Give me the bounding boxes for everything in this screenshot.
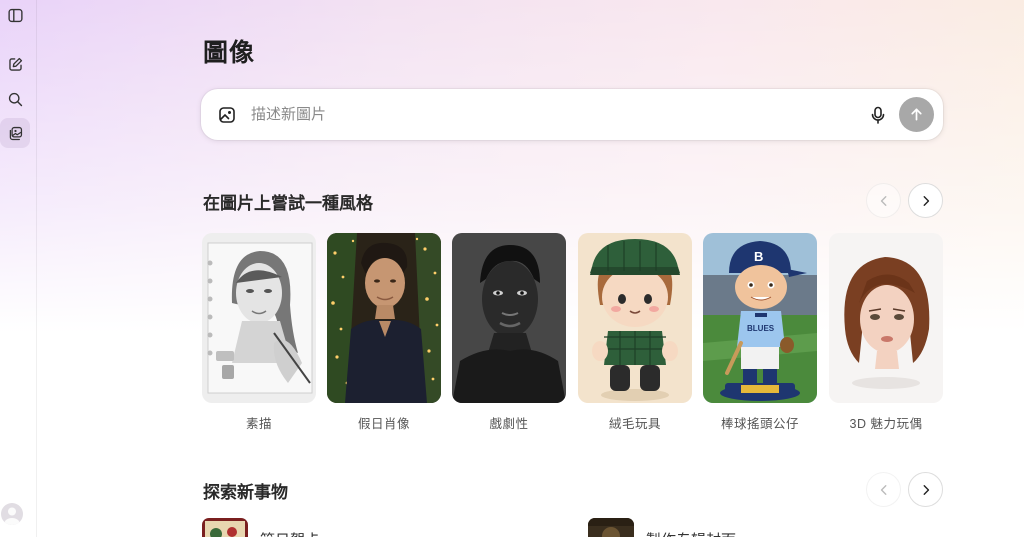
explore-item-label: 製作专辑封面 [646, 529, 736, 537]
explore-section-title: 探索新事物 [203, 483, 288, 502]
arrow-up-icon [911, 108, 922, 121]
explore-item-album-cover[interactable]: 製作专辑封面 [588, 518, 736, 537]
styles-next-button[interactable] [908, 183, 943, 218]
style-card-sketch[interactable]: 素描 [202, 233, 316, 432]
user-avatar[interactable] [1, 503, 23, 525]
send-button[interactable] [899, 97, 934, 132]
styles-section-title: 在圖片上嘗試一種風格 [203, 194, 373, 213]
new-chat-button[interactable] [0, 49, 30, 79]
style-card-plush-toy[interactable]: 絨毛玩具 [578, 233, 692, 432]
image-upload-icon[interactable] [217, 105, 237, 125]
explore-prev-button[interactable] [866, 472, 901, 507]
explore-item-holiday-card[interactable]: 節日賀卡 [202, 518, 320, 537]
style-label: 3D 魅力玩偶 [849, 417, 923, 431]
sketch-thumbnail [202, 233, 316, 403]
image-library-icon [9, 126, 22, 140]
sidebar [0, 0, 37, 537]
plush-toy-thumbnail [578, 233, 692, 403]
bobblehead-thumbnail: B BLUES [703, 233, 817, 403]
avatar-person-icon [4, 507, 20, 525]
images-button[interactable] [0, 118, 30, 148]
album-cover-thumbnail [588, 518, 634, 537]
edit-pencil-icon [8, 57, 22, 71]
style-label: 棒球搖頭公仔 [720, 417, 799, 431]
chevron-right-icon [923, 195, 929, 206]
chevron-left-icon [880, 195, 886, 206]
microphone-icon[interactable] [868, 105, 888, 125]
prompt-input[interactable] [251, 101, 851, 127]
sidebar-toggle-button[interactable] [0, 0, 30, 30]
style-card-dramatic[interactable]: 戲劇性 [452, 233, 566, 432]
style-card-3d-glam-doll[interactable]: 3D 魅力玩偶 [829, 233, 943, 432]
search-icon [8, 92, 22, 106]
explore-next-button[interactable] [908, 472, 943, 507]
holiday-portrait-thumbnail [327, 233, 441, 403]
style-label: 素描 [245, 417, 272, 431]
explore-item-label: 節日賀卡 [260, 529, 320, 537]
holiday-card-thumbnail [202, 518, 248, 537]
dramatic-thumbnail [452, 233, 566, 403]
style-label: 假日肖像 [357, 417, 410, 431]
glam-doll-thumbnail [829, 233, 943, 403]
prompt-composer [201, 89, 943, 140]
page-title: 圖像 [203, 39, 256, 67]
chevron-right-icon [923, 484, 929, 495]
svg-text:BLUES: BLUES [747, 324, 775, 333]
styles-prev-button[interactable] [866, 183, 901, 218]
style-card-baseball-bobblehead[interactable]: B BLUES 棒球搖頭公仔 [703, 233, 817, 432]
search-button[interactable] [0, 84, 30, 114]
style-label: 絨毛玩具 [608, 417, 661, 431]
style-label: 戲劇性 [489, 417, 529, 431]
chevron-left-icon [880, 484, 886, 495]
sidebar-panel-icon [7, 8, 23, 22]
style-card-holiday-portrait[interactable]: 假日肖像 [327, 233, 441, 432]
svg-text:B: B [754, 249, 763, 264]
